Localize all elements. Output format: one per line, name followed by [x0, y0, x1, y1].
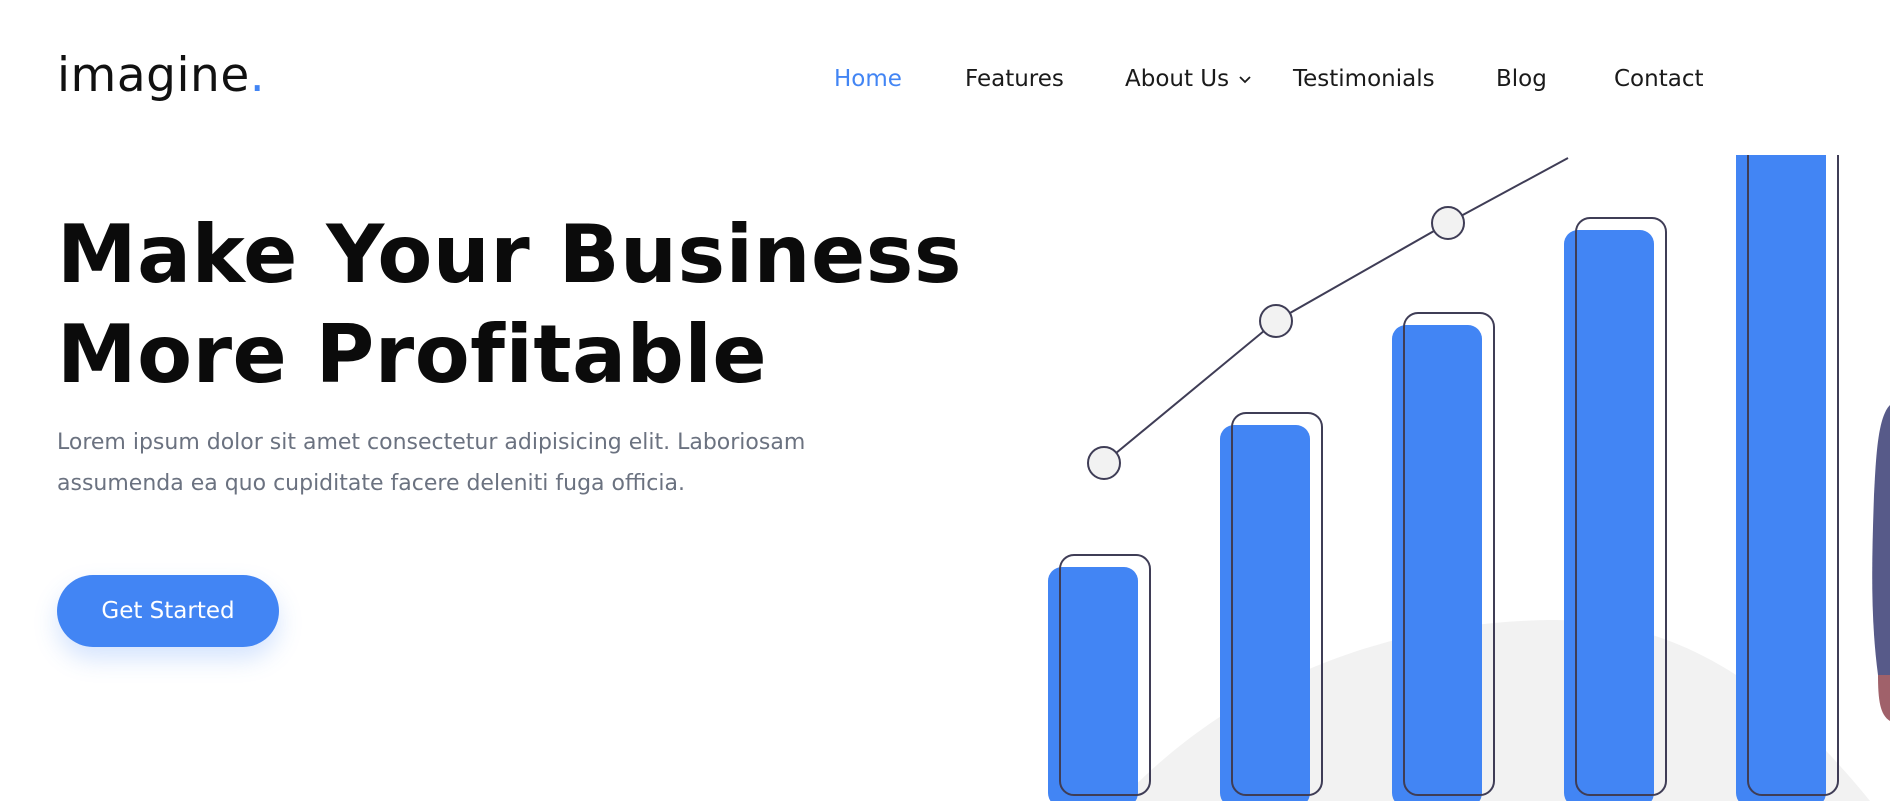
hero-description: Lorem ipsum dolor sit amet consectetur a…: [57, 430, 806, 496]
brand-dot: .: [249, 48, 266, 103]
person-hand: [1878, 675, 1890, 721]
get-started-button[interactable]: Get Started: [57, 575, 279, 647]
nav-item-about-us-label: About Us: [1125, 66, 1230, 92]
hero-title: Make Your Business More Profitable: [57, 205, 962, 405]
bar-5: [1736, 155, 1839, 801]
hero-title-line-1: Make Your Business: [57, 208, 962, 301]
bar-2: [1220, 412, 1323, 801]
bar-4: [1564, 217, 1667, 801]
nav-item-testimonials[interactable]: Testimonials: [1293, 62, 1435, 96]
growth-chart-illustration: [1048, 155, 1890, 801]
brand-logo[interactable]: imagine.: [57, 46, 265, 106]
person-figure: [1872, 405, 1890, 675]
nav-item-about-us[interactable]: About Us: [1125, 62, 1251, 96]
trend-line: [1103, 157, 1569, 464]
nav-item-features[interactable]: Features: [965, 62, 1064, 96]
nav-item-blog[interactable]: Blog: [1496, 62, 1547, 96]
nav-item-contact[interactable]: Contact: [1614, 62, 1703, 96]
bar-3: [1392, 312, 1495, 801]
brand-name: imagine: [57, 48, 250, 103]
trend-point-2: [1259, 304, 1293, 338]
trend-point-1: [1087, 446, 1121, 480]
nav-item-home[interactable]: Home: [834, 62, 902, 96]
hero-title-line-2: More Profitable: [57, 308, 768, 401]
bar-1: [1048, 554, 1151, 801]
chevron-down-icon: [1239, 75, 1251, 83]
trend-point-3: [1431, 206, 1465, 240]
